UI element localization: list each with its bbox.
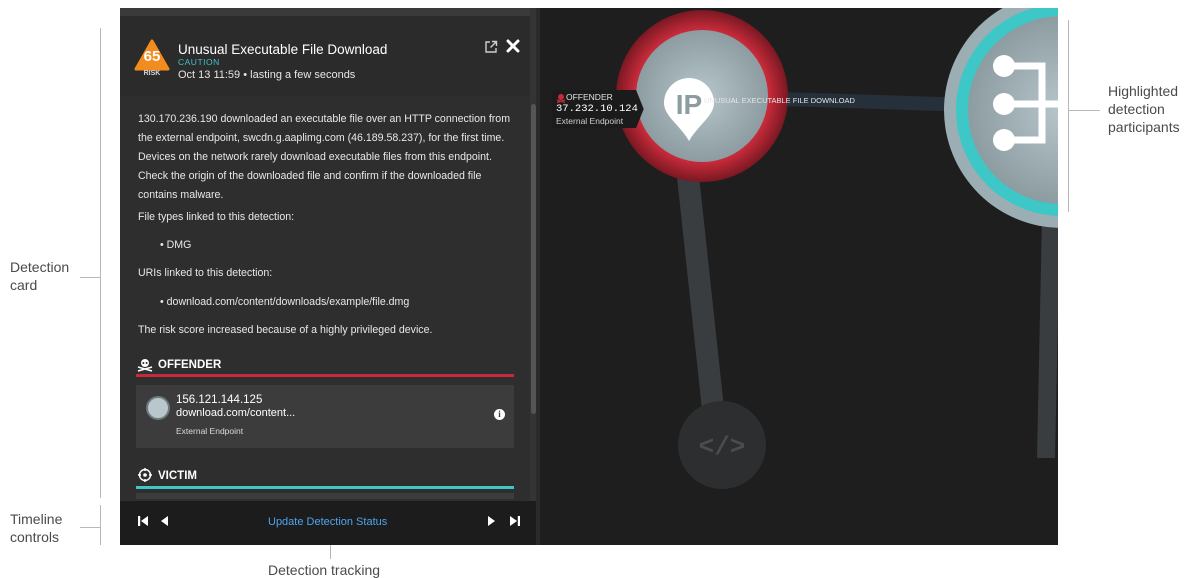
detection-description: 130.170.236.190 downloaded an executable…	[138, 113, 511, 201]
activity-map[interactable]: </> IP OFFENDER 37.232.10.124 External E…	[536, 8, 1058, 545]
risk-label: RISK	[143, 70, 161, 77]
ip-node-glyph: IP	[676, 89, 702, 120]
previous-icon[interactable]	[158, 514, 172, 528]
annotation-line-2: detection	[1108, 101, 1165, 117]
edge-label: UNUSUAL EXECUTABLE FILE DOWNLOAD	[704, 96, 855, 105]
annotation-line-1: Detection	[10, 259, 70, 275]
open-external-icon[interactable]	[484, 40, 498, 54]
offender-tag-ip: 37.232.10.124	[556, 103, 638, 115]
skull-icon	[556, 94, 566, 103]
detection-title: Unusual Executable File Download	[178, 42, 388, 57]
annotation-line-3: participants	[1108, 119, 1180, 135]
skip-first-icon[interactable]	[136, 514, 150, 528]
offender-tag-label: OFFENDER	[566, 92, 613, 102]
offender-heading: OFFENDER	[158, 359, 222, 371]
map-edge	[1037, 217, 1058, 459]
update-detection-status-link[interactable]: Update Detection Status	[268, 516, 387, 528]
annotation-connector	[80, 527, 100, 528]
detection-screenshot: 65 RISK Unusual Executable File Download…	[120, 8, 1058, 545]
ip-avatar-icon	[146, 396, 170, 420]
victim-heading: VICTIM	[158, 470, 197, 482]
detection-card: 65 RISK Unusual Executable File Download…	[120, 8, 536, 545]
close-icon[interactable]	[506, 39, 520, 53]
next-icon[interactable]	[484, 514, 498, 528]
annotation-bracket	[1068, 20, 1069, 212]
annotation-detection-tracking: Detection tracking	[268, 562, 381, 578]
file-types-heading: File types linked to this detection:	[138, 211, 295, 223]
info-icon[interactable]: i	[494, 409, 505, 420]
annotation-connector	[330, 545, 331, 559]
annotation-highlighted-participants: Highlighted detection participants	[1108, 82, 1180, 136]
target-icon	[138, 468, 152, 482]
annotation-line-1: Timeline	[10, 511, 63, 527]
victim-card[interactable]	[136, 493, 514, 499]
annotation-line-2: controls	[10, 529, 60, 545]
uri-link[interactable]: download.com/content/downloads/example/f…	[167, 296, 410, 308]
skull-icon	[137, 359, 153, 372]
risk-note: The risk score increased because of a hi…	[138, 324, 433, 336]
card-body: 130.170.236.190 downloaded an executable…	[120, 96, 532, 501]
file-type-item: • DMG	[160, 239, 192, 251]
card-header: 65 RISK Unusual Executable File Download…	[120, 16, 532, 96]
uris-heading: URIs linked to this detection:	[138, 267, 273, 279]
offender-card[interactable]: 156.121.144.125 download.com/content... …	[136, 385, 514, 448]
detection-time: Oct 13 11:59 • lasting a few seconds	[178, 69, 356, 81]
detection-severity: CAUTION	[178, 57, 220, 67]
map-edge	[675, 147, 725, 429]
annotation-bracket	[100, 505, 101, 545]
offender-tag-type: External Endpoint	[556, 116, 624, 126]
timeline-controls: Update Detection Status	[120, 501, 536, 545]
file-type-label: DMG	[166, 239, 192, 251]
annotation-connector	[80, 277, 100, 278]
annotation-detection-card: Detection card	[10, 258, 69, 294]
annotation-timeline-controls: Timeline controls	[10, 510, 62, 546]
card-top-strip	[120, 8, 532, 16]
uri-item: • download.com/content/downloads/example…	[160, 296, 410, 308]
annotation-line-2: card	[10, 277, 38, 293]
offender-host: download.com/content...	[176, 407, 296, 419]
annotation-connector	[1068, 110, 1100, 111]
victim-rule	[136, 486, 514, 489]
risk-score: 65	[143, 48, 161, 65]
annotation-bracket	[100, 28, 101, 498]
risk-badge: 65 RISK	[134, 38, 170, 78]
map-canvas: </> IP	[616, 8, 1058, 489]
offender-rule	[136, 374, 514, 377]
offender-ip: 156.121.144.125	[176, 394, 263, 406]
annotation-line-1: Highlighted	[1108, 83, 1179, 99]
skip-last-icon[interactable]	[508, 514, 522, 528]
offender-type: External Endpoint	[176, 426, 244, 436]
code-node-glyph: </>	[699, 432, 746, 462]
